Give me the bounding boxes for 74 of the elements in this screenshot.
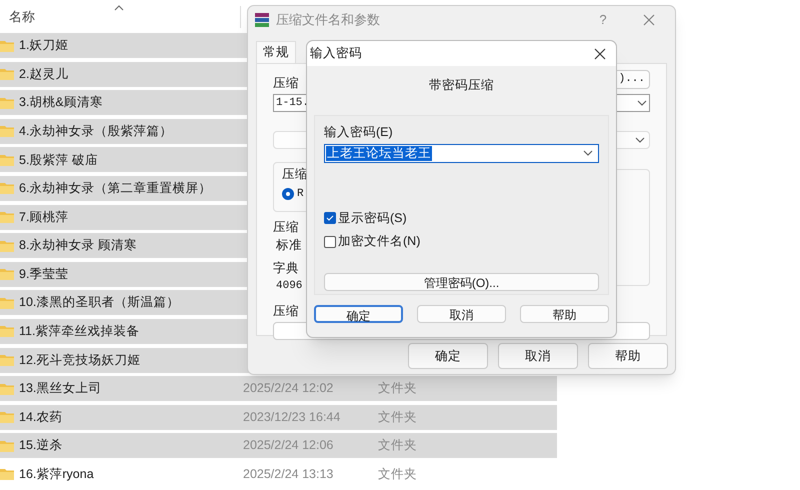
folder-icon bbox=[0, 96, 14, 109]
dialog-button[interactable]: 确定 bbox=[408, 343, 488, 369]
type-cell-text: 文件夹 bbox=[378, 408, 417, 426]
field-label: 字典 bbox=[273, 260, 299, 277]
column-header[interactable]: 名称 bbox=[9, 6, 35, 26]
close-icon[interactable] bbox=[594, 48, 606, 60]
file-name: 11.紫萍牵丝戏掉装备 bbox=[19, 323, 140, 340]
file-name: 16.紫萍ryona bbox=[19, 466, 94, 484]
checkbox-label: 加密文件名(N) bbox=[338, 233, 420, 250]
field-label: 输入密码(E) bbox=[324, 124, 393, 141]
file-name: 7.顾桃萍 bbox=[19, 208, 68, 226]
date-cell: 2025/2/24 12:06 bbox=[243, 438, 334, 452]
type-cell-text: 文件夹 bbox=[378, 466, 417, 484]
file-name: 6.永劫神女录（第二章重置横屏） bbox=[19, 180, 212, 198]
file-name: 9.季莹莹 bbox=[19, 266, 68, 283]
dialog-button[interactable]: 帮助 bbox=[520, 304, 609, 323]
file-name: 8.永劫神女录 顾清寒 bbox=[19, 237, 137, 254]
file-name: 4.永劫神女录（殷紫萍篇） bbox=[19, 122, 172, 140]
field-label: 压缩 bbox=[273, 219, 299, 236]
file-name: 3.胡桃&顾清寒 bbox=[19, 94, 103, 112]
folder-icon bbox=[0, 125, 14, 138]
file-name: 15.逆杀 bbox=[19, 437, 62, 454]
type-cell-text: 文件夹 bbox=[378, 380, 417, 398]
window-title: 输入密码 bbox=[310, 45, 362, 62]
checkbox[interactable] bbox=[324, 212, 336, 224]
folder-icon bbox=[0, 240, 14, 252]
date-cell: 2025/2/24 12:02 bbox=[243, 381, 334, 396]
folder-icon bbox=[0, 325, 14, 338]
folder-icon bbox=[0, 440, 14, 452]
chevron-down-icon bbox=[635, 137, 645, 143]
checkbox[interactable] bbox=[324, 236, 336, 248]
folder-icon bbox=[0, 182, 14, 194]
dialog-button[interactable]: 取消 bbox=[498, 343, 578, 369]
file-name: 1.妖刀姬 bbox=[19, 37, 68, 54]
window-title: 压缩文件名和参数 bbox=[276, 11, 381, 30]
check-icon bbox=[326, 214, 334, 222]
file-name: 2.赵灵儿 bbox=[19, 66, 68, 83]
radio-label: R bbox=[297, 186, 304, 202]
folder-icon bbox=[0, 68, 14, 80]
field-label: 压缩 bbox=[273, 302, 299, 320]
date-cell: 2025/2/24 13:13 bbox=[243, 467, 334, 482]
file-name: 5.殷紫萍 破庙 bbox=[19, 152, 98, 168]
file-name: 14.农药 bbox=[19, 408, 62, 426]
folder-icon bbox=[0, 382, 14, 395]
folder-icon bbox=[0, 354, 14, 366]
dialog-button[interactable]: 取消 bbox=[417, 304, 506, 323]
date-cell: 2023/12/23 16:44 bbox=[243, 410, 340, 424]
folder-icon bbox=[0, 268, 14, 280]
folder-icon bbox=[0, 211, 14, 224]
checkbox-label: 显示密码(S) bbox=[338, 210, 407, 227]
file-name: 12.死斗竞技场妖刀姬 bbox=[19, 352, 140, 369]
folder-icon bbox=[0, 40, 14, 52]
manage-passwords-button[interactable]: 管理密码(O)... bbox=[324, 273, 599, 291]
chevron-down-icon bbox=[583, 150, 593, 156]
sort-caret-icon[interactable] bbox=[114, 5, 124, 11]
folder-icon bbox=[0, 296, 14, 309]
folder-icon bbox=[0, 411, 14, 424]
dialog-button[interactable]: 帮助 bbox=[588, 343, 668, 369]
field-label: 压缩 bbox=[273, 75, 299, 92]
file-row[interactable]: 14.农药 2023/12/23 16:44 文件夹 bbox=[0, 404, 557, 430]
dialog-button[interactable]: 确定 bbox=[314, 304, 403, 323]
folder-icon bbox=[0, 468, 14, 480]
chevron-down-icon bbox=[637, 100, 647, 106]
radio-button[interactable] bbox=[282, 188, 294, 200]
file-name: 13.黑丝女上司 bbox=[19, 380, 102, 398]
type-cell-text: 文件夹 bbox=[378, 437, 417, 454]
tab[interactable]: 常规 bbox=[256, 41, 296, 63]
books-icon bbox=[254, 12, 270, 28]
file-row[interactable]: 15.逆杀 2025/2/24 12:06 文件夹 bbox=[0, 433, 557, 458]
password-field[interactable]: 上老王论坛当老王 bbox=[324, 144, 599, 162]
folder-icon bbox=[0, 154, 14, 166]
file-row[interactable]: 13.黑丝女上司 2025/2/24 12:02 文件夹 bbox=[0, 376, 557, 402]
dialog-heading: 带密码压缩 bbox=[428, 77, 495, 94]
file-name: 10.漆黑的圣职者（斯温篇） bbox=[19, 294, 180, 312]
